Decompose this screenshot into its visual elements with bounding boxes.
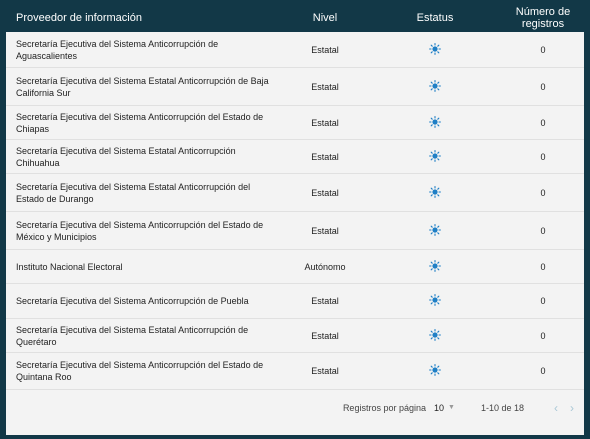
level-cell: Estatal bbox=[311, 187, 339, 198]
level-cell: Estatal bbox=[311, 225, 339, 236]
count-cell: 0 bbox=[540, 81, 546, 92]
level-cell: Estatal bbox=[311, 296, 339, 306]
table-row[interactable]: Secretaría Ejecutiva del Sistema Anticor… bbox=[6, 106, 584, 140]
provider-cell: Secretaría Ejecutiva del Sistema Anticor… bbox=[16, 296, 249, 306]
table-row[interactable]: Secretaría Ejecutiva del Sistema Anticor… bbox=[6, 212, 584, 250]
status-cell bbox=[368, 79, 502, 94]
provider-cell: Secretaría Ejecutiva del Sistema Estatal… bbox=[16, 75, 269, 98]
provider-cell: Secretaría Ejecutiva del Sistema Anticor… bbox=[16, 38, 219, 61]
count-cell: 0 bbox=[540, 44, 546, 55]
table-row[interactable]: Secretaría Ejecutiva del Sistema Anticor… bbox=[6, 353, 584, 390]
status-cell bbox=[368, 223, 502, 238]
provider-cell: Secretaría Ejecutiva del Sistema Anticor… bbox=[16, 111, 264, 134]
sun-icon bbox=[429, 185, 441, 198]
provider-cell: Instituto Nacional Electoral bbox=[16, 261, 123, 272]
count-cell: 0 bbox=[540, 330, 546, 341]
table-row[interactable]: Secretaría Ejecutiva del Sistema Estatal… bbox=[6, 319, 584, 353]
sun-icon bbox=[429, 149, 441, 162]
status-cell bbox=[368, 185, 502, 200]
table-row[interactable]: Instituto Nacional Electoral Autónomo 0 bbox=[6, 250, 584, 284]
provider-cell: Secretaría Ejecutiva del Sistema Anticor… bbox=[16, 360, 264, 382]
level-cell: Estatal bbox=[311, 81, 339, 92]
table-row[interactable]: Secretaría Ejecutiva del Sistema Estatal… bbox=[6, 68, 584, 106]
pagination: Registros por página 10 ▼ 1-10 de 18 ‹ › bbox=[6, 390, 584, 425]
status-cell bbox=[368, 42, 502, 57]
status-cell bbox=[368, 115, 502, 130]
sun-icon bbox=[429, 259, 441, 272]
table-body: Secretaría Ejecutiva del Sistema Anticor… bbox=[6, 32, 584, 390]
sun-icon bbox=[429, 115, 441, 128]
provider-cell: Secretaría Ejecutiva del Sistema Estatal… bbox=[16, 324, 249, 347]
count-cell: 0 bbox=[540, 187, 546, 198]
rows-per-page-select[interactable]: 10 bbox=[434, 403, 444, 413]
sun-icon bbox=[429, 223, 441, 236]
table-row[interactable]: Secretaría Ejecutiva del Sistema Estatal… bbox=[6, 174, 584, 212]
count-cell: 0 bbox=[540, 117, 546, 128]
count-cell: 0 bbox=[540, 261, 546, 272]
providers-table: Proveedor de información Nivel Estatus N… bbox=[6, 4, 584, 435]
provider-cell: Secretaría Ejecutiva del Sistema Estatal… bbox=[16, 181, 251, 204]
status-cell bbox=[368, 328, 502, 343]
header-provider[interactable]: Proveedor de información bbox=[6, 12, 282, 24]
sun-icon bbox=[429, 79, 441, 92]
level-cell: Estatal bbox=[311, 117, 339, 128]
prev-page-icon[interactable]: ‹ bbox=[554, 401, 558, 415]
header-level[interactable]: Nivel bbox=[282, 12, 368, 24]
level-cell: Estatal bbox=[311, 330, 339, 341]
status-cell bbox=[368, 259, 502, 274]
count-cell: 0 bbox=[540, 151, 546, 162]
pagination-range: 1-10 de 18 bbox=[480, 402, 524, 413]
level-cell: Autónomo bbox=[304, 261, 346, 272]
sun-icon bbox=[429, 364, 441, 376]
level-cell: Estatal bbox=[311, 366, 339, 376]
count-cell: 0 bbox=[540, 225, 546, 236]
header-status[interactable]: Estatus bbox=[368, 12, 502, 24]
provider-cell: Secretaría Ejecutiva del Sistema Anticor… bbox=[16, 219, 264, 242]
provider-cell: Secretaría Ejecutiva del Sistema Estatal… bbox=[16, 145, 236, 168]
level-cell: Estatal bbox=[311, 44, 339, 55]
status-cell bbox=[368, 149, 502, 164]
count-cell: 0 bbox=[540, 296, 546, 306]
sun-icon bbox=[429, 328, 441, 341]
count-cell: 0 bbox=[540, 366, 546, 376]
table-row[interactable]: Secretaría Ejecutiva del Sistema Anticor… bbox=[6, 32, 584, 68]
sun-icon bbox=[429, 42, 441, 55]
sun-icon bbox=[429, 294, 441, 306]
table-row[interactable]: Secretaría Ejecutiva del Sistema Anticor… bbox=[6, 284, 584, 319]
rows-per-page-label: Registros por página bbox=[342, 402, 426, 413]
status-cell bbox=[368, 294, 502, 308]
level-cell: Estatal bbox=[311, 151, 339, 162]
status-cell bbox=[368, 364, 502, 378]
table-row[interactable]: Secretaría Ejecutiva del Sistema Estatal… bbox=[6, 140, 584, 174]
header-count[interactable]: Número de registros bbox=[502, 6, 584, 30]
dropdown-caret-icon[interactable]: ▼ bbox=[448, 404, 455, 411]
next-page-icon[interactable]: › bbox=[570, 401, 574, 415]
table-header: Proveedor de información Nivel Estatus N… bbox=[6, 4, 584, 32]
